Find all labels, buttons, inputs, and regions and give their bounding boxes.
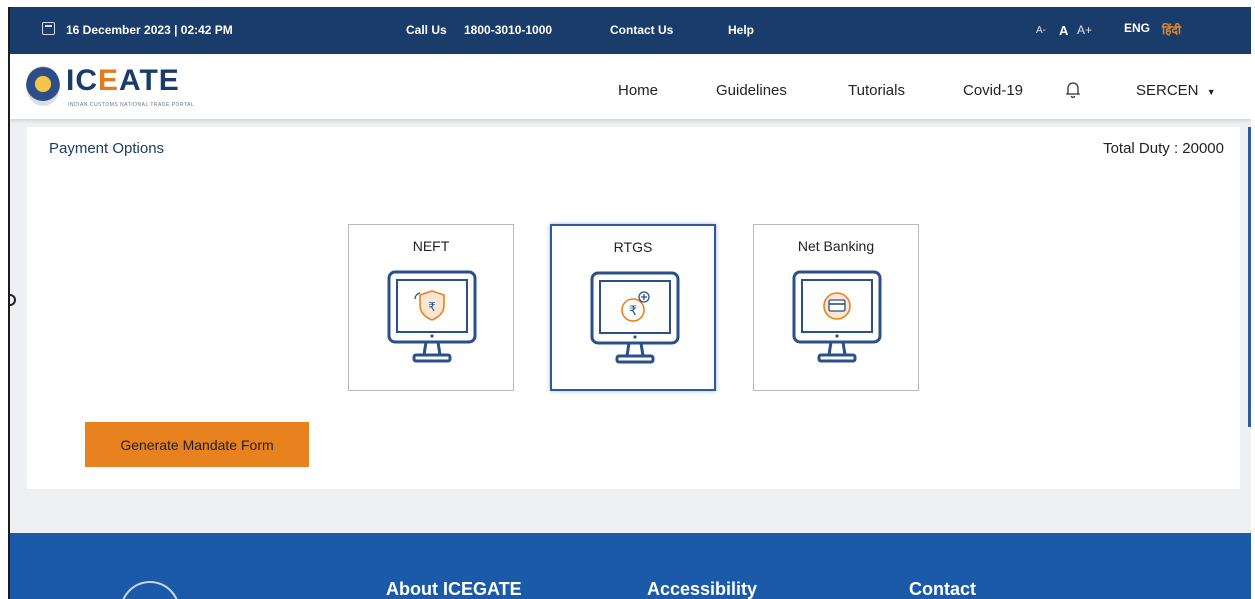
nav-covid-19[interactable]: Covid-19 bbox=[963, 82, 1023, 99]
footer-heading-about: About ICEGATE bbox=[386, 579, 522, 599]
browser-viewport: 16 December 2023 | 02:42 PM Call Us 1800… bbox=[8, 7, 1251, 599]
phone-number[interactable]: 1800-3010-1000 bbox=[464, 23, 552, 37]
call-us-label: Call Us bbox=[406, 23, 447, 37]
lang-english-button[interactable]: ENG bbox=[1124, 21, 1150, 35]
option-label: NEFT bbox=[412, 238, 450, 254]
rtgs-rupee-plus-icon: ₹ bbox=[590, 271, 680, 364]
logo-text-prefix: IC bbox=[66, 64, 98, 97]
font-increase-button[interactable]: A+ bbox=[1077, 23, 1092, 37]
bell-notification-icon[interactable] bbox=[1066, 81, 1080, 98]
font-decrease-button[interactable]: A- bbox=[1036, 25, 1046, 36]
side-panel-handle-icon[interactable] bbox=[10, 294, 16, 306]
logo-text-accent: E bbox=[98, 64, 120, 97]
svg-text:₹: ₹ bbox=[428, 300, 436, 314]
top-utility-bar: 16 December 2023 | 02:42 PM Call Us 1800… bbox=[10, 7, 1251, 54]
footer-heading-contact: Contact bbox=[909, 579, 976, 599]
payment-options-title: Payment Options bbox=[49, 140, 165, 157]
total-duty-value: Total Duty : 20000 bbox=[1103, 140, 1224, 157]
main-navbar: ICEATE INDIAN CUSTOMS NATIONAL TRADE POR… bbox=[10, 54, 1251, 119]
payment-options-card: Payment Options Total Duty : 20000 NEFT … bbox=[27, 127, 1240, 489]
nav-tutorials[interactable]: Tutorials bbox=[848, 82, 905, 99]
national-emblem-logo-icon[interactable] bbox=[26, 66, 60, 106]
nav-guidelines[interactable]: Guidelines bbox=[716, 82, 787, 99]
netbanking-card-icon bbox=[792, 270, 882, 363]
help-link[interactable]: Help bbox=[728, 23, 754, 37]
user-name: SERCEN bbox=[1136, 82, 1199, 99]
neft-shield-rupee-icon: ₹ bbox=[387, 270, 477, 363]
current-datetime: 16 December 2023 | 02:42 PM bbox=[66, 23, 233, 37]
payment-option-neft[interactable]: NEFT ₹ bbox=[348, 224, 514, 391]
option-label: Net Banking bbox=[797, 238, 875, 254]
footer-heading-accessibility: Accessibility bbox=[647, 579, 758, 599]
user-menu-dropdown[interactable]: SERCEN ▼ bbox=[1136, 82, 1216, 99]
payment-option-rtgs[interactable]: RTGS ₹ bbox=[550, 224, 716, 391]
font-normal-button[interactable]: A bbox=[1059, 23, 1068, 38]
nav-home[interactable]: Home bbox=[618, 82, 658, 99]
calendar-icon bbox=[42, 22, 55, 35]
scrollbar-thumb[interactable] bbox=[1248, 127, 1251, 427]
contact-us-link[interactable]: Contact Us bbox=[610, 23, 673, 37]
site-footer: About ICEGATE Accessibility Contact bbox=[10, 533, 1251, 599]
generate-mandate-form-button[interactable]: Generate Mandate Form bbox=[85, 422, 309, 467]
svg-text:₹: ₹ bbox=[629, 304, 637, 319]
footer-emblem-icon bbox=[120, 581, 180, 599]
icegate-logo[interactable]: ICEATE bbox=[66, 64, 180, 98]
lang-hindi-button[interactable]: हिंदी bbox=[1162, 21, 1181, 38]
logo-text-suffix: ATE bbox=[119, 64, 180, 97]
chevron-down-icon: ▼ bbox=[1206, 87, 1216, 97]
option-label: RTGS bbox=[613, 239, 653, 255]
logo-tagline: INDIAN CUSTOMS NATIONAL TRADE PORTAL bbox=[68, 102, 195, 108]
payment-option-net-banking[interactable]: Net Banking bbox=[753, 224, 919, 391]
